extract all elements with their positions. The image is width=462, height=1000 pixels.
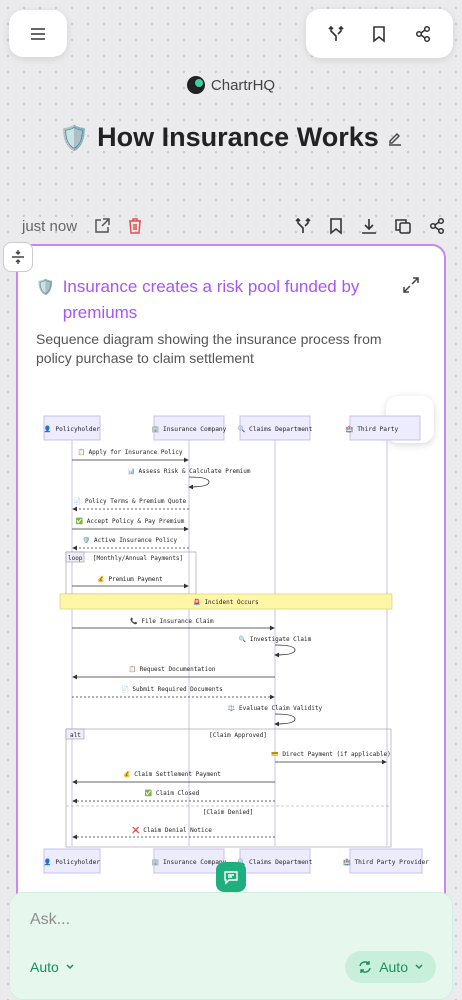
fork-icon[interactable]	[327, 25, 345, 43]
trash-icon[interactable]	[127, 217, 143, 235]
ask-input[interactable]: Ask...	[30, 911, 70, 929]
auto-model-icon	[357, 959, 373, 975]
timestamp: just now	[22, 217, 78, 235]
sequence-diagram: 👤 Policyholder 🏢 Insurance Company 🔍 Cla…	[43, 415, 429, 874]
chevron-down-icon	[414, 962, 424, 972]
chevron-down-icon	[65, 962, 75, 972]
message-label: 📄 Submit Required Documents	[121, 685, 223, 693]
mode-select-label: Auto	[30, 959, 59, 975]
card-title: Insurance creates a risk pool funded by …	[62, 277, 360, 322]
participant-label: 🏢 Insurance Company	[152, 858, 227, 866]
bookmark-icon[interactable]	[371, 25, 387, 43]
message-label: 🔍 Investigate Claim	[239, 635, 312, 643]
model-select[interactable]: Auto	[345, 951, 436, 983]
alt-condition: [Claim Denied]	[203, 809, 254, 816]
message-label: ⚖️ Evaluate Claim Validity	[228, 704, 323, 712]
shield-icon: 🛡️	[59, 123, 90, 152]
alt-label: alt	[70, 732, 81, 739]
mode-select[interactable]: Auto	[30, 959, 75, 975]
expand-icon[interactable]	[402, 276, 420, 294]
ask-panel: Ask... Auto Auto	[9, 892, 453, 1000]
card-description: Sequence diagram showing the insurance p…	[36, 331, 382, 366]
page-title-row: 🛡️ How Insurance Works	[0, 122, 462, 153]
message-label: ✅ Claim Closed	[145, 789, 200, 797]
self-message-arrow	[188, 476, 210, 490]
card-header: 🛡️ Insurance creates a risk pool funded …	[36, 274, 394, 326]
hamburger-menu-icon	[30, 27, 46, 41]
message-label: ❌ Claim Denial Notice	[132, 826, 212, 834]
collapse-toggle-button[interactable]	[3, 242, 33, 272]
message-label: 💰 Premium Payment	[97, 575, 163, 583]
participant-label: 🔍 Claims Department	[238, 857, 313, 866]
self-message-arrow	[274, 644, 296, 658]
top-actions-group	[306, 9, 453, 58]
card-toolbar: just now	[22, 212, 446, 240]
brand: ChartrHQ	[0, 76, 462, 94]
open-external-icon[interactable]	[93, 217, 111, 235]
message-label: 📊 Assess Risk & Calculate Premium	[127, 467, 250, 475]
brand-name: ChartrHQ	[210, 76, 276, 94]
message-label: 📋 Apply for Insurance Policy	[77, 448, 182, 456]
loop-condition: [Monthly/Annual Payments]	[93, 555, 183, 562]
message-label: 🛡️ Active Insurance Policy	[83, 536, 178, 544]
message-label: 📋 Request Documentation	[129, 665, 216, 673]
note-label: 🚨 Incident Occurs	[193, 598, 259, 606]
participant-label: 🔍 Claims Department	[238, 424, 313, 433]
participant-label: 🏥 Third Party Provider	[343, 858, 429, 866]
chat-icon	[223, 869, 239, 885]
alt-frame	[65, 728, 392, 848]
loop-label: loop	[68, 555, 83, 562]
page-title: How Insurance Works	[97, 122, 379, 152]
share-icon[interactable]	[428, 217, 446, 235]
edit-pencil-icon[interactable]	[387, 130, 403, 146]
message-label: ✅ Accept Policy & Pay Premium	[76, 517, 185, 525]
collapse-icon	[10, 249, 26, 265]
download-icon[interactable]	[360, 217, 378, 235]
participant-label: 🏢 Insurance Company	[152, 425, 227, 433]
alt-condition: [Claim Approved]	[209, 732, 267, 739]
message-label: 📄 Policy Terms & Premium Quote	[74, 497, 187, 505]
message-label: 💰 Claim Settlement Payment	[123, 770, 221, 778]
participant-label: 👤 Policyholder	[44, 858, 100, 866]
participant-label: 👤 Policyholder	[44, 425, 100, 433]
menu-button[interactable]	[9, 10, 67, 57]
chat-button[interactable]	[216, 862, 246, 892]
bookmark-icon[interactable]	[328, 217, 344, 235]
copy-icon[interactable]	[394, 217, 412, 235]
chart-card: 🛡️ Insurance creates a risk pool funded …	[16, 244, 446, 944]
model-select-label: Auto	[379, 959, 408, 975]
message-label: 💳 Direct Payment (if applicable)	[271, 751, 390, 758]
participant-label: 🏥 Third Party	[346, 425, 399, 433]
shield-icon: 🛡️	[36, 278, 55, 296]
message-label: 📞 File Insurance Claim	[130, 617, 214, 625]
share-icon[interactable]	[414, 25, 432, 43]
fork-icon[interactable]	[294, 217, 312, 235]
self-message-arrow	[274, 713, 296, 727]
chartrhq-logo-icon	[186, 76, 205, 94]
